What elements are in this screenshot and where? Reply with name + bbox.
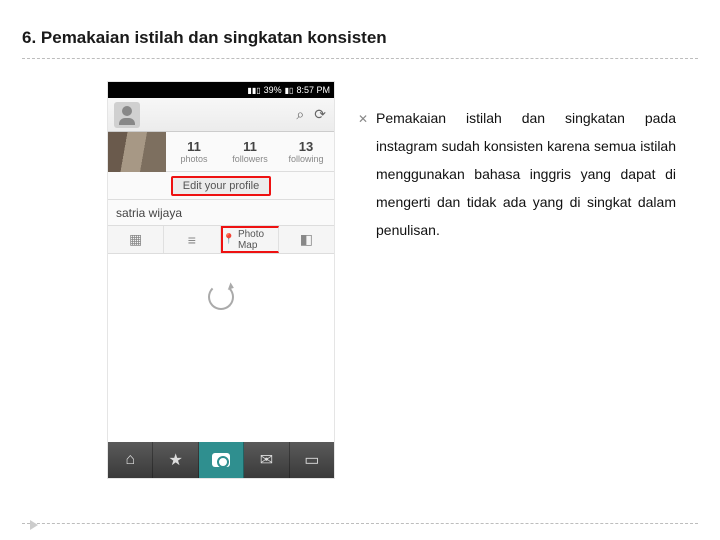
reload-icon[interactable] [208,284,234,310]
tab-photo-map[interactable]: 📍 Photo Map [221,226,279,253]
app-topbar: ⌕ ⟳ [108,98,334,132]
edit-profile-button[interactable]: Edit your profile [171,176,271,196]
edit-profile-row: Edit your profile [108,172,334,200]
avatar[interactable] [108,132,166,172]
battery-icon: ▮▯ [285,86,294,95]
pin-icon: 📍 [223,234,235,245]
bullet-icon: ✕ [358,107,368,131]
battery-percent: 39% [264,85,282,95]
page-title: 6. Pemakaian istilah dan singkatan konsi… [22,28,387,48]
clock: 8:57 PM [296,85,330,95]
tab-tagged[interactable]: ◧ [279,226,334,253]
nav-camera[interactable] [199,442,244,478]
stat-following[interactable]: 13 following [278,132,334,171]
search-icon[interactable]: ⌕ [296,106,304,123]
divider-top [22,58,698,59]
profile-tabs: ▦ ≡ 📍 Photo Map ◧ [108,226,334,254]
status-bar: ▮▮▯ 39% ▮▯ 8:57 PM [108,82,334,98]
refresh-icon[interactable]: ⟳ [314,106,326,123]
tab-list[interactable]: ≡ [164,226,220,253]
signal-icon: ▮▮▯ [247,86,260,95]
profile-content [108,254,334,442]
phone-screenshot: ▮▮▯ 39% ▮▯ 8:57 PM ⌕ ⟳ 11 photos 11 foll… [108,82,334,478]
username-label: satria wijaya [108,200,334,226]
tab-photo-map-label: Photo Map [238,229,278,251]
nav-explore[interactable]: ★ [153,442,198,478]
tab-grid[interactable]: ▦ [108,226,164,253]
body-text: Pemakaian istilah dan singkatan pada ins… [376,110,676,238]
camera-icon [212,453,230,467]
stat-photos[interactable]: 11 photos [166,132,222,171]
stat-followers[interactable]: 11 followers [222,132,278,171]
body-paragraph: ✕ Pemakaian istilah dan singkatan pada i… [376,104,676,244]
corner-arrow-icon [30,520,38,530]
nav-home[interactable]: ⌂ [108,442,153,478]
profile-icon[interactable] [114,102,140,128]
profile-stats: 11 photos 11 followers 13 following [108,132,334,172]
divider-bottom [22,523,698,524]
app-bottombar: ⌂ ★ ✉ ▭ [108,442,334,478]
nav-profile[interactable]: ▭ [290,442,334,478]
nav-activity[interactable]: ✉ [244,442,289,478]
